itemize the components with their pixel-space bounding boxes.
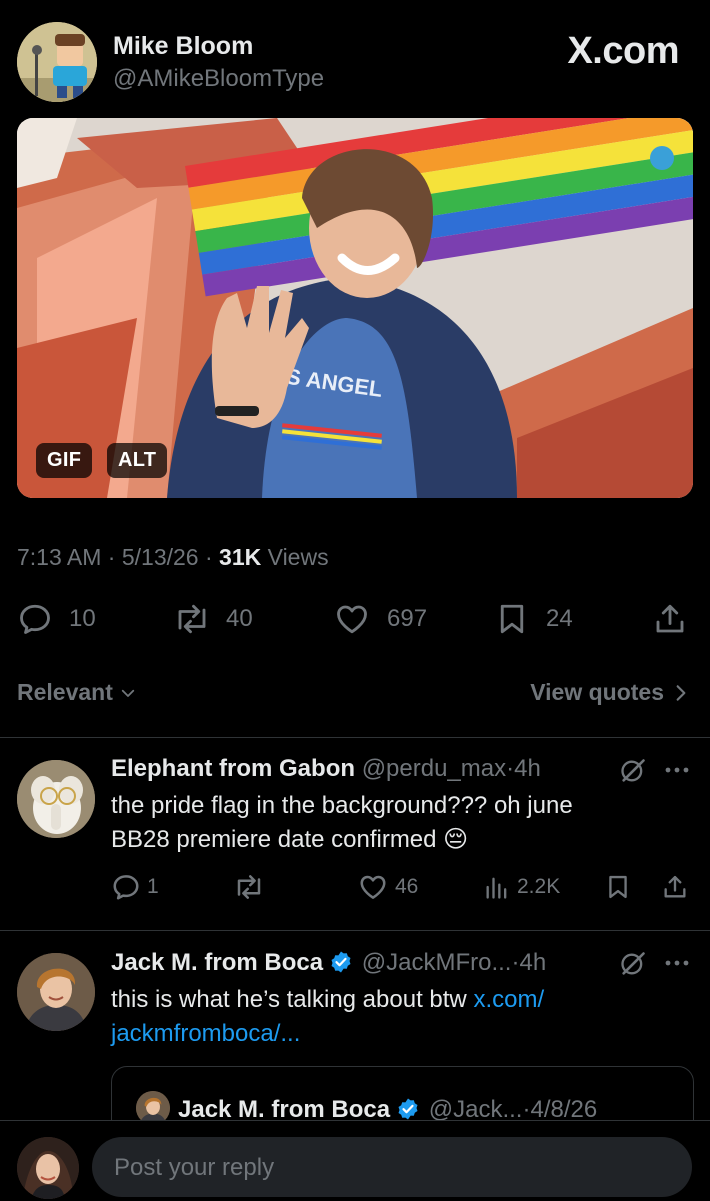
post-meta: 7:13 AM · 5/13/26 · 31K Views [17,544,329,571]
post-date: 5/13/26 [121,544,199,570]
reply-count: 10 [69,605,96,632]
views-label: Views [267,544,329,570]
reply-icon [111,872,141,902]
reply-author-name[interactable]: Elephant from Gabon [111,755,355,782]
sort-dropdown[interactable]: Relevant [17,679,137,706]
bookmark-icon [494,601,530,637]
heart-icon [357,872,389,902]
reply-avatar[interactable] [17,760,95,838]
reply-count: 1 [147,875,159,898]
author-name[interactable]: Mike Bloom [113,32,253,61]
repost-icon [172,601,212,637]
views-chart-icon [483,872,511,902]
reply-bookmark-button[interactable] [604,872,632,902]
reply-author-handle[interactable]: @JackMFro... [362,949,512,976]
bookmark-count: 24 [546,605,573,632]
quoted-author-name: Jack M. from Boca [178,1096,391,1123]
reply-time: 4h [519,949,547,976]
alt-badge[interactable]: ALT [107,443,168,478]
views-count: 2.2K [517,875,561,898]
post-time: 7:13 AM [17,544,102,570]
reply-composer-bar: Post your reply [0,1120,710,1201]
repost-button[interactable]: 40 [172,601,253,637]
heart-icon [333,601,371,637]
like-count: 46 [395,875,419,898]
chevron-down-icon [119,684,137,702]
reply-views-button[interactable]: 2.2K [483,872,560,902]
reply-repost-button[interactable] [232,872,266,902]
like-button[interactable]: 697 [333,601,427,637]
repost-icon [232,872,266,902]
view-quotes-link[interactable]: View quotes [530,679,688,706]
reply-header: Elephant from Gabon @perdu_max·4h [111,755,541,783]
gif-media[interactable]: S ANGEL GIF ALT [17,118,693,498]
author-avatar[interactable] [17,22,97,102]
grok-icon[interactable] [619,757,647,785]
reply-input-placeholder: Post your reply [114,1154,275,1181]
bookmark-icon [604,872,632,902]
repost-count: 40 [226,605,253,632]
reply-author-handle[interactable]: @perdu_max [362,755,506,782]
reply-avatar[interactable] [17,953,95,1031]
share-icon [652,601,688,637]
divider [0,930,710,931]
reply-text-line: the pride flag in the background??? oh j… [111,792,573,819]
reply-input[interactable]: Post your reply [92,1137,692,1197]
reply-button[interactable]: 10 [17,601,96,637]
like-count: 697 [387,605,428,632]
reply-share-button[interactable] [661,872,689,902]
bookmark-button[interactable]: 24 [494,601,573,637]
reply-icon [17,601,53,637]
verified-badge-icon [329,950,353,981]
reply-author-name[interactable]: Jack M. from Boca [111,949,323,976]
share-button[interactable] [652,601,688,637]
gif-scene-illustration: S ANGEL [17,118,693,498]
gif-badge: GIF [36,443,93,478]
reply-text-line: this is what he’s talking about btw [111,986,467,1013]
more-options-icon[interactable] [664,766,690,774]
quoted-date: 4/8/26 [530,1096,598,1123]
sort-label: Relevant [17,679,113,705]
view-quotes-label: View quotes [530,679,664,705]
meta-separator: · [506,755,515,782]
reply-header: Jack M. from Boca @JackMFro...·4h [111,949,546,981]
quoted-author-handle: @Jack... [428,1096,523,1123]
reply-time: 4h [514,755,541,782]
divider [0,737,710,738]
reply-comment-button[interactable]: 1 [111,872,159,902]
grok-icon[interactable] [619,950,647,978]
meta-separator: · [204,544,213,570]
reply-text: the pride flag in the background??? oh j… [111,789,573,857]
chevron-right-icon [674,683,688,703]
more-options-icon[interactable] [664,959,690,967]
pensive-emoji: 😔 [443,826,469,853]
site-label: X.com [567,30,679,72]
views-count: 31K [219,544,262,570]
share-icon [661,872,689,902]
reply-link[interactable]: jackmfromboca/... [111,1017,544,1051]
reply-text: this is what he’s talking about btw x.co… [111,983,544,1051]
reply-text-line: BB28 premiere date confirmed [111,826,437,853]
meta-separator: · [107,544,116,570]
current-user-avatar[interactable] [17,1137,79,1199]
reply-link[interactable]: x.com/ [473,986,544,1013]
reply-like-button[interactable]: 46 [357,872,418,902]
author-handle[interactable]: @AMikeBloomType [113,65,324,93]
